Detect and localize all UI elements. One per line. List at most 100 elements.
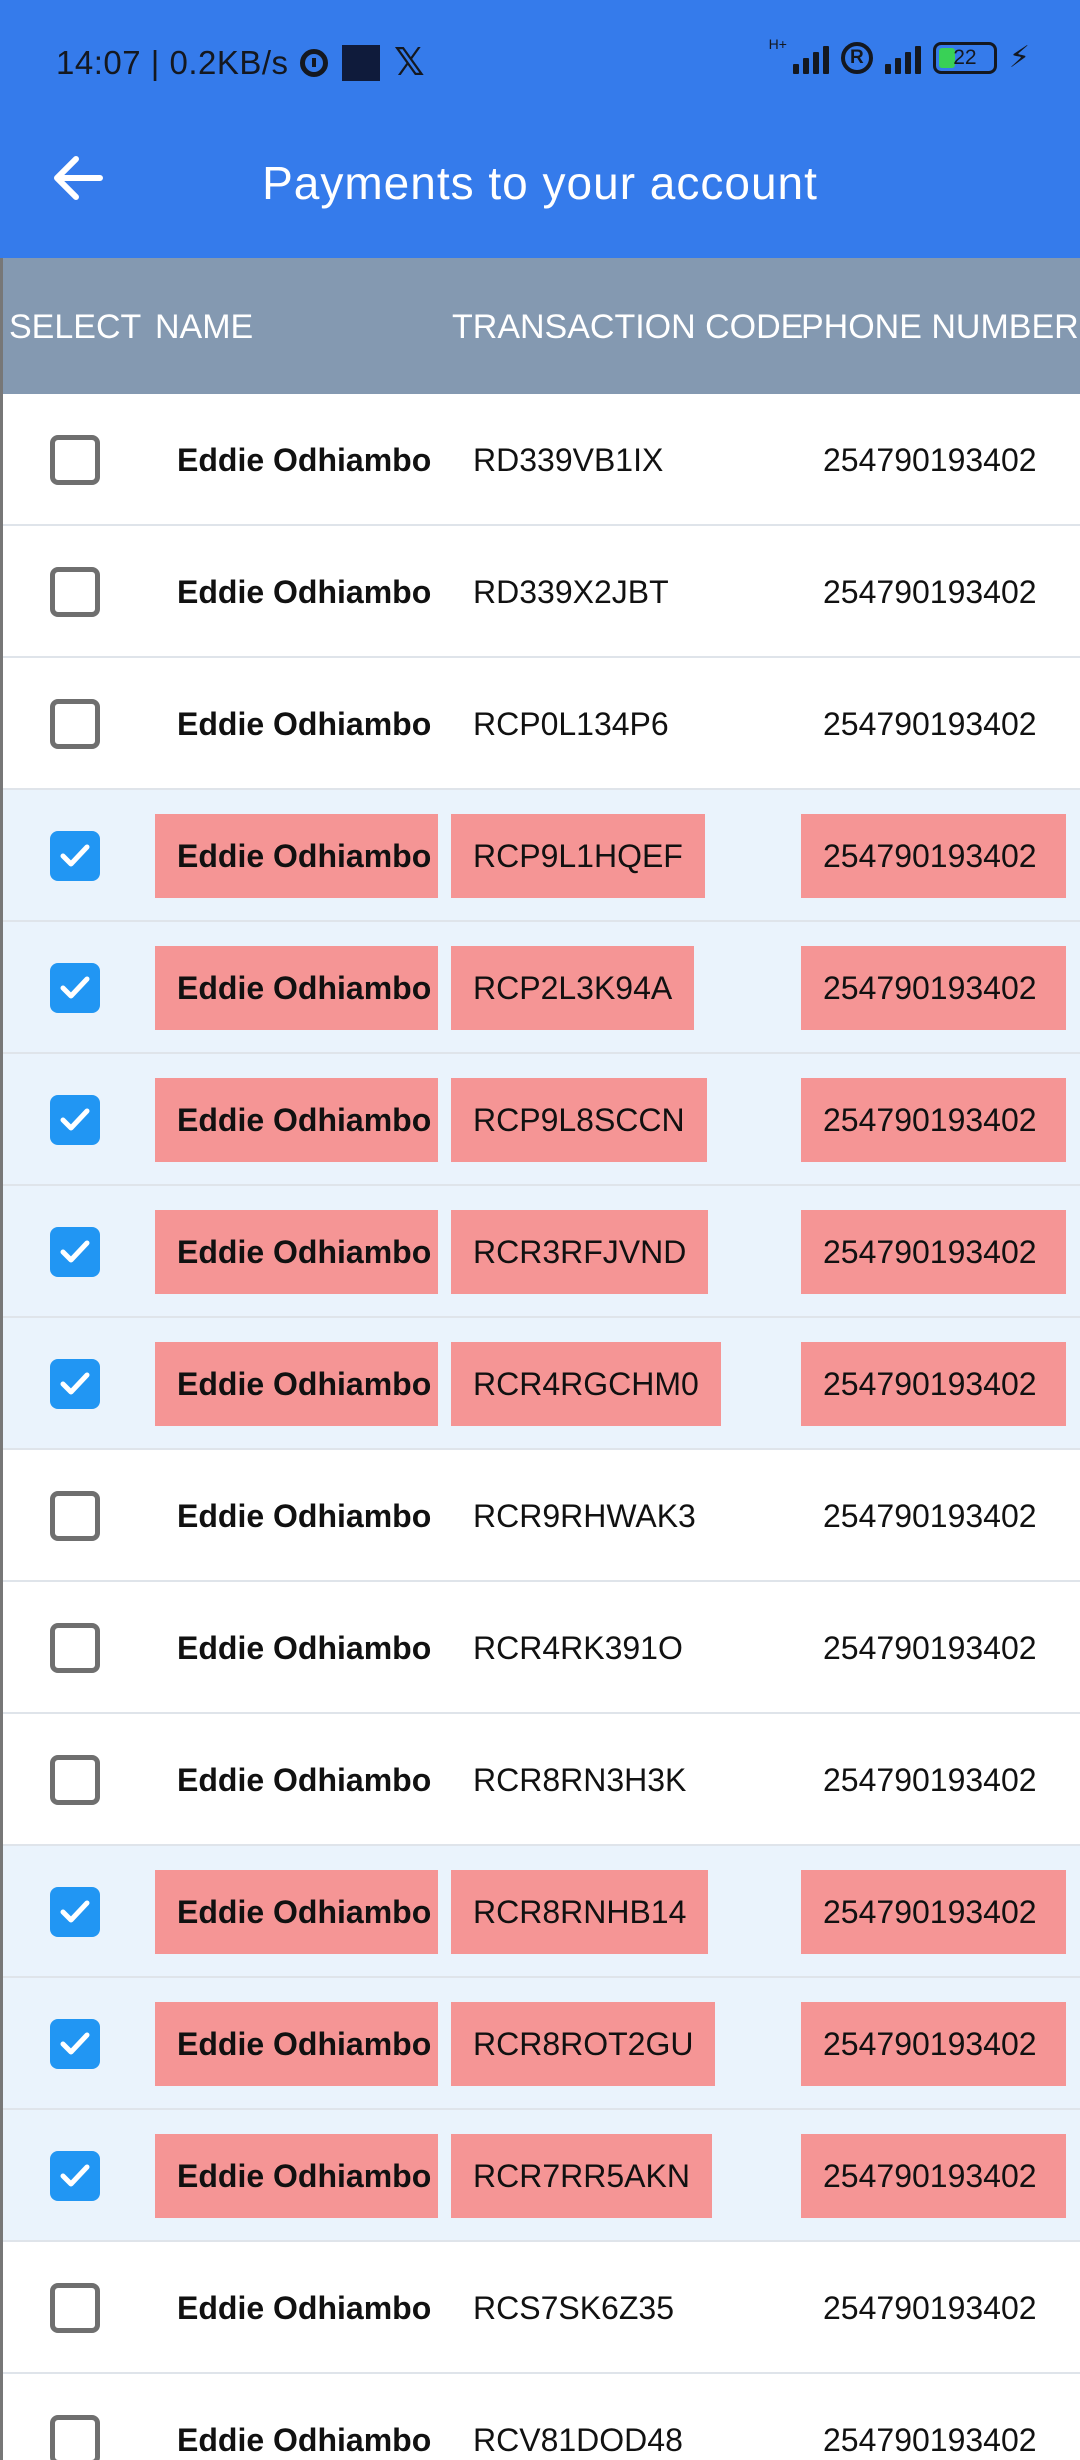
network-type-label: H+: [768, 35, 787, 52]
cell-transaction-code: RCP0L134P6: [473, 705, 669, 742]
cell-name: Eddie Odhiambo: [155, 1078, 438, 1162]
cell-name: Eddie Odhiambo: [177, 1761, 432, 1798]
cell-name: Eddie Odhiambo: [155, 1870, 438, 1954]
cell-phone-number: 254790193402: [801, 2134, 1066, 2218]
cell-transaction-code: RCS7SK6Z35: [473, 2289, 674, 2326]
row-checkbox[interactable]: [50, 1491, 100, 1541]
charging-icon: ⚡: [1008, 41, 1030, 74]
signal-strength-icon-sim2: [884, 42, 921, 74]
table-row[interactable]: Eddie Odhiambo RCR8RN3H3K 254790193402: [3, 1714, 1080, 1846]
battery-icon: 22: [932, 41, 997, 74]
app-bar: 14:07 | 0.2KB/s 𝕏 H+ R 22 ⚡ Payments to …: [0, 0, 1080, 258]
table-row[interactable]: Eddie Odhiambo RCR4RK391O 254790193402: [3, 1582, 1080, 1714]
row-checkbox[interactable]: [50, 1887, 100, 1937]
cell-phone-number: 254790193402: [823, 573, 1037, 610]
cell-phone-number: 254790193402: [801, 946, 1066, 1030]
row-checkbox[interactable]: [50, 2283, 100, 2333]
status-bar: 14:07 | 0.2KB/s 𝕏 H+ R 22 ⚡: [0, 0, 1080, 130]
table-row[interactable]: Eddie Odhiambo RCP9L8SCCN 254790193402: [3, 1054, 1080, 1186]
cell-name: Eddie Odhiambo: [155, 2134, 438, 2218]
table-row[interactable]: Eddie Odhiambo RCP0L134P6 254790193402: [3, 658, 1080, 790]
status-time: 14:07 | 0.2KB/s: [56, 44, 289, 81]
cell-transaction-code: RCR3RFJVND: [451, 1210, 709, 1294]
cell-transaction-code: RCV81DOD48: [473, 2421, 683, 2458]
table-row[interactable]: Eddie Odhiambo RCP2L3K94A 254790193402: [3, 922, 1080, 1054]
row-checkbox[interactable]: [50, 567, 100, 617]
table-row[interactable]: Eddie Odhiambo RCR4RGCHM0 254790193402: [3, 1318, 1080, 1450]
table-row[interactable]: Eddie Odhiambo RCR8RNHB14 254790193402: [3, 1846, 1080, 1978]
cell-name: Eddie Odhiambo: [177, 705, 432, 742]
table-row[interactable]: Eddie Odhiambo RCP9L1HQEF 254790193402: [3, 790, 1080, 922]
table-row[interactable]: Eddie Odhiambo RCR9RHWAK3 254790193402: [3, 1450, 1080, 1582]
checkmark-icon: [60, 2164, 90, 2187]
cell-phone-number: 254790193402: [801, 1342, 1066, 1426]
signal-strength-icon: [792, 42, 829, 74]
row-checkbox[interactable]: [50, 2151, 100, 2201]
checkmark-icon: [60, 2032, 90, 2055]
cell-phone-number: 254790193402: [823, 2421, 1037, 2458]
table-row[interactable]: Eddie Odhiambo RCV81DOD48 254790193402: [3, 2374, 1080, 2460]
battery-level: 22: [953, 45, 977, 69]
checkmark-icon: [60, 1372, 90, 1395]
cell-name: Eddie Odhiambo: [177, 1629, 432, 1666]
row-checkbox[interactable]: [50, 1359, 100, 1409]
cell-phone-number: 254790193402: [823, 1629, 1037, 1666]
checkmark-icon: [60, 1108, 90, 1131]
cell-phone-number: 254790193402: [801, 1870, 1066, 1954]
table-row[interactable]: Eddie Odhiambo RCR3RFJVND 254790193402: [3, 1186, 1080, 1318]
cell-transaction-code: RD339X2JBT: [473, 573, 669, 610]
cell-transaction-code: RCR8RN3H3K: [473, 1761, 687, 1798]
cell-name: Eddie Odhiambo: [177, 2421, 432, 2458]
payments-table: SELECT NAME TRANSACTION CODE PHONE NUMBE…: [0, 258, 1080, 2460]
table-row[interactable]: Eddie Odhiambo RCS7SK6Z35 254790193402: [3, 2242, 1080, 2374]
row-checkbox[interactable]: [50, 699, 100, 749]
cell-name: Eddie Odhiambo: [177, 2289, 432, 2326]
alarm-icon: [300, 49, 328, 77]
checkmark-icon: [60, 844, 90, 867]
checkmark-icon: [60, 976, 90, 999]
cell-transaction-code: RCP9L1HQEF: [451, 814, 705, 898]
checkmark-icon: [60, 1900, 90, 1923]
page-title: Payments to your account: [262, 157, 818, 209]
row-checkbox[interactable]: [50, 2415, 100, 2460]
table-body: Eddie Odhiambo RD339VB1IX 254790193402 Eddi…: [3, 394, 1080, 2460]
row-checkbox[interactable]: [50, 963, 100, 1013]
cell-phone-number: 254790193402: [823, 441, 1037, 478]
cell-transaction-code: RCR8RNHB14: [451, 1870, 709, 1954]
table-row[interactable]: Eddie Odhiambo RD339X2JBT 254790193402: [3, 526, 1080, 658]
cell-phone-number: 254790193402: [823, 1497, 1037, 1534]
row-checkbox[interactable]: [50, 1227, 100, 1277]
x-app-icon: 𝕏: [394, 42, 425, 84]
table-row[interactable]: Eddie Odhiambo RCR7RR5AKN 254790193402: [3, 2110, 1080, 2242]
cell-name: Eddie Odhiambo: [155, 1210, 438, 1294]
cell-phone-number: 254790193402: [823, 705, 1037, 742]
cell-name: Eddie Odhiambo: [177, 1497, 432, 1534]
row-checkbox[interactable]: [50, 831, 100, 881]
cell-transaction-code: RD339VB1IX: [473, 441, 664, 478]
cell-name: Eddie Odhiambo: [177, 573, 432, 610]
cell-transaction-code: RCP2L3K94A: [451, 946, 695, 1030]
row-checkbox[interactable]: [50, 1095, 100, 1145]
cell-phone-number: 254790193402: [823, 2289, 1037, 2326]
cell-transaction-code: RCR4RK391O: [473, 1629, 683, 1666]
table-header: SELECT NAME TRANSACTION CODE PHONE NUMBE…: [3, 258, 1080, 394]
cell-phone-number: 254790193402: [801, 1078, 1066, 1162]
cell-transaction-code: RCR7RR5AKN: [451, 2134, 712, 2218]
column-header-phone-number: PHONE NUMBER: [801, 308, 1079, 346]
cell-phone-number: 254790193402: [801, 1210, 1066, 1294]
cell-name: Eddie Odhiambo: [155, 946, 438, 1030]
table-row[interactable]: Eddie Odhiambo RD339VB1IX 254790193402: [3, 394, 1080, 526]
row-checkbox[interactable]: [50, 1623, 100, 1673]
cell-name: Eddie Odhiambo: [155, 814, 438, 898]
row-checkbox[interactable]: [50, 435, 100, 485]
cell-transaction-code: RCR4RGCHM0: [451, 1342, 721, 1426]
row-checkbox[interactable]: [50, 2019, 100, 2069]
app-notification-icon: [342, 45, 380, 81]
cell-transaction-code: RCR9RHWAK3: [473, 1497, 696, 1534]
table-row[interactable]: Eddie Odhiambo RCR8ROT2GU 254790193402: [3, 1978, 1080, 2110]
row-checkbox[interactable]: [50, 1755, 100, 1805]
checkmark-icon: [60, 1240, 90, 1263]
cell-name: Eddie Odhiambo: [177, 441, 432, 478]
column-header-select: SELECT: [9, 308, 142, 346]
cell-name: Eddie Odhiambo: [155, 2002, 438, 2086]
